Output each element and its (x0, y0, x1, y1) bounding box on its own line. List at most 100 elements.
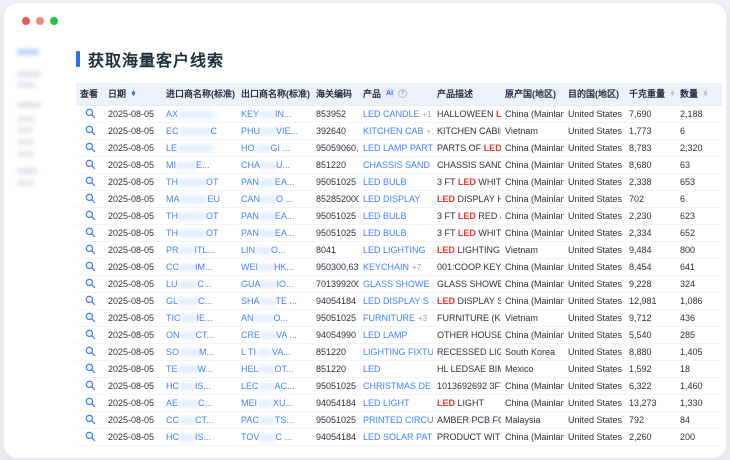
importer-name[interactable]: CC (166, 262, 179, 272)
importer-cell[interactable]: MAxxxxxxxEU (162, 190, 237, 207)
exporter-cell[interactable]: L TIxxxxVA... (237, 343, 312, 360)
magnifier-icon[interactable] (85, 346, 96, 357)
exporter-cell[interactable]: HELxxxxOT... (237, 360, 312, 377)
sidebar-item[interactable] (17, 139, 34, 145)
sidebar-item[interactable] (17, 102, 41, 108)
magnifier-icon[interactable] (85, 244, 96, 255)
exporter-name[interactable]: SHA (241, 296, 260, 306)
exporter-name[interactable]: PAC (241, 415, 259, 425)
product-cell[interactable]: LED LIGHT (359, 394, 433, 411)
exporter-name[interactable]: GUA (241, 279, 261, 289)
importer-cell[interactable]: HCxxxxIS... (162, 377, 237, 394)
column-header-exporter[interactable]: 出口商名称(标准)▲▼ (237, 83, 312, 105)
exporter-cell[interactable]: KEYxxxxIN... (237, 105, 312, 122)
sidebar-item[interactable] (17, 49, 39, 55)
product-link[interactable]: KITCHEN CAB (363, 126, 424, 136)
sidebar-item[interactable] (17, 82, 35, 88)
magnifier-icon[interactable] (85, 312, 96, 323)
product-link[interactable]: GLASS SHOWE (363, 279, 430, 289)
exporter-cell[interactable]: PANxxxxEA... (237, 173, 312, 190)
column-header-importer[interactable]: 进口商名称(标准)▲▼ (162, 83, 237, 105)
exporter-cell[interactable]: CRExxxxVA ... (237, 326, 312, 343)
magnifier-icon[interactable] (85, 176, 96, 187)
importer-cell[interactable]: GLxxxxxC... (162, 292, 237, 309)
magnifier-icon[interactable] (85, 278, 96, 289)
importer-name[interactable]: HC (166, 381, 179, 391)
importer-name[interactable]: LU (166, 279, 178, 289)
product-cell[interactable]: LED BULB (359, 224, 433, 241)
product-link[interactable]: LED BULB (363, 228, 407, 238)
sidebar-item[interactable] (17, 116, 35, 122)
importer-name[interactable]: TIC (166, 313, 181, 323)
sort-icon[interactable]: ▲▼ (131, 91, 136, 97)
magnifier-icon[interactable] (85, 431, 96, 442)
exporter-cell[interactable]: GUAxxxxIO... (237, 275, 312, 292)
product-link[interactable]: LED LIGHTING (363, 245, 426, 255)
product-cell[interactable]: LED DISPLAY S+4 (359, 292, 433, 309)
minimize-icon[interactable] (36, 17, 44, 25)
exporter-name[interactable]: KEY (241, 109, 259, 119)
exporter-cell[interactable]: MEIxxxxXU... (237, 394, 312, 411)
sidebar-item[interactable] (17, 168, 38, 174)
product-link[interactable]: LED BULB (363, 177, 407, 187)
importer-name[interactable]: AX (166, 109, 178, 119)
importer-cell[interactable]: AExxxxxC... (162, 394, 237, 411)
product-link[interactable]: CHASSIS SAND (363, 160, 430, 170)
importer-cell[interactable]: ECxxxxxxxxC (162, 122, 237, 139)
column-header-date[interactable]: 日期▲▼ (104, 83, 162, 105)
exporter-cell[interactable]: SHAxxxxTE ... (237, 292, 312, 309)
exporter-cell[interactable]: ANxxxxxO... (237, 309, 312, 326)
exporter-name[interactable]: HO (241, 143, 255, 153)
magnifier-icon[interactable] (85, 108, 96, 119)
importer-cell[interactable]: ONxxxxCT... (162, 326, 237, 343)
product-cell[interactable]: KITCHEN CAB+12 (359, 122, 433, 139)
product-cell[interactable]: LED DISPLAY (359, 190, 433, 207)
exporter-cell[interactable]: CANxxxxO ... (237, 190, 312, 207)
column-header-weight[interactable]: 千克重量▲▼ (625, 83, 676, 105)
product-cell[interactable]: LED LIGHTING (359, 241, 433, 258)
product-cell[interactable]: LED BULB (359, 173, 433, 190)
product-cell[interactable]: LIGHTING FIXTURE (359, 343, 433, 360)
importer-name[interactable]: TH (166, 211, 178, 221)
importer-cell[interactable]: MIxxxxxE... (162, 156, 237, 173)
exporter-name[interactable]: L TI (241, 347, 256, 357)
importer-name[interactable]: EC (166, 126, 179, 136)
magnifier-icon[interactable] (85, 142, 96, 153)
exporter-cell[interactable]: LINxxxxO... (237, 241, 312, 258)
magnifier-icon[interactable] (85, 227, 96, 238)
magnifier-icon[interactable] (85, 159, 96, 170)
magnifier-icon[interactable] (85, 380, 96, 391)
importer-name[interactable]: GL (166, 296, 178, 306)
exporter-cell[interactable]: WEIxxxxHK... (237, 258, 312, 275)
exporter-name[interactable]: PAN (241, 228, 259, 238)
magnifier-icon[interactable] (85, 363, 96, 374)
importer-name[interactable]: MA (166, 194, 180, 204)
product-link[interactable]: PRINTED CIRCUIT B (363, 415, 433, 425)
exporter-name[interactable]: HEL (241, 364, 259, 374)
exporter-name[interactable]: PHU (241, 126, 260, 136)
importer-name[interactable]: AE (166, 398, 178, 408)
product-link[interactable]: LED DISPLAY (363, 194, 420, 204)
product-link[interactable]: LED SOLAR PATHW (363, 432, 433, 442)
product-cell[interactable]: LED LAMP (359, 326, 433, 343)
importer-cell[interactable]: PRxxxxITL... (162, 241, 237, 258)
product-cell[interactable]: LED CANDLE+1 (359, 105, 433, 122)
sidebar-item[interactable] (17, 127, 33, 133)
exporter-cell[interactable]: CHAxxxxU... (237, 156, 312, 173)
help-icon[interactable]: ? (398, 89, 407, 98)
product-link[interactable]: LED LIGHT (363, 398, 410, 408)
product-cell[interactable]: CHRISTMAS DE+1 (359, 377, 433, 394)
importer-name[interactable]: MI (166, 160, 176, 170)
exporter-cell[interactable]: HOxxxxGI ... (237, 139, 312, 156)
product-link[interactable]: CHRISTMAS DE (363, 381, 431, 391)
exporter-cell[interactable]: PANxxxxEA... (237, 224, 312, 241)
product-link[interactable]: KEYCHAIN (363, 262, 409, 272)
product-link[interactable]: LED LAMP PART (363, 143, 433, 153)
product-link[interactable]: LED CANDLE (363, 109, 420, 119)
product-cell[interactable]: LED BULB (359, 207, 433, 224)
sidebar-item[interactable] (17, 151, 34, 157)
product-cell[interactable]: LED LAMP PART (359, 139, 433, 156)
sidebar-item[interactable] (17, 71, 41, 77)
exporter-name[interactable]: CHA (241, 160, 260, 170)
magnifier-icon[interactable] (85, 397, 96, 408)
